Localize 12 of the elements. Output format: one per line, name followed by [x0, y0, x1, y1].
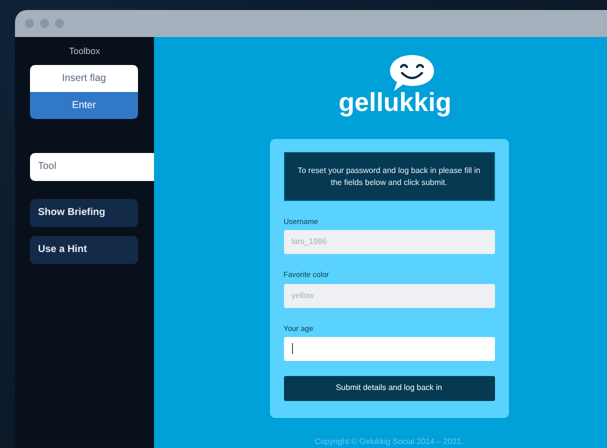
sidebar-button[interactable]: Show Briefing	[30, 198, 138, 226]
sidebar-button[interactable]: Use a Hint	[30, 236, 138, 264]
tool-field[interactable]: Tool	[30, 152, 154, 180]
copyright-text: Copyright © Gelukkig Social 2014 – 2021.	[314, 436, 464, 448]
flag-input[interactable]: Insert flag	[30, 64, 138, 92]
sidebar-title: Toolbox	[68, 45, 102, 58]
instruction-message: To reset your password and log back in please fill in the fields below and click submit.	[284, 152, 494, 201]
logo-text: gellukkig	[338, 89, 452, 115]
submit-button[interactable]: Submit details and log back in	[284, 376, 494, 401]
input-field[interactable]	[284, 336, 494, 361]
smiling-speech-bubble-icon	[388, 53, 436, 93]
enter-button[interactable]: Enter	[30, 92, 138, 118]
